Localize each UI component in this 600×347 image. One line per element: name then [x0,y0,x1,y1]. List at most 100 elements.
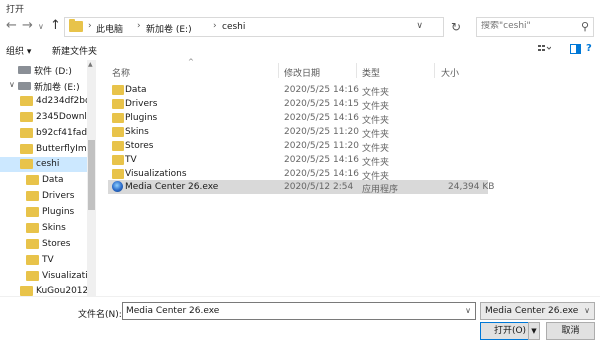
sidebar-item-folder[interactable]: Stores [0,237,87,252]
file-name: Media Center 26.exe [125,182,219,192]
folder-icon [112,85,124,95]
sidebar-item-drive-e[interactable]: ∨ 新加卷 (E:) [0,78,87,93]
refresh-icon[interactable]: ↻ [446,17,466,37]
organize-menu[interactable]: 组织 ▾ [6,44,31,57]
view-options-icon[interactable] [537,43,552,55]
file-modified: 2020/5/25 14:15 [284,99,359,109]
file-row[interactable]: TV 2020/5/25 14:16 文件夹 [108,153,488,168]
sidebar-scrollbar[interactable]: ▲ [87,60,96,296]
file-type-filter[interactable]: Media Center 26.exe ∨ [480,302,595,320]
file-size: 24,394 KB [448,182,495,192]
address-bar[interactable]: › 此电脑 › 新加卷 (E:) › ceshi ∨ [64,17,444,37]
sidebar-item-folder[interactable]: Data [0,173,87,188]
column-header-name[interactable]: 名称 [112,66,130,79]
column-header-type[interactable]: 类型 [362,66,380,79]
filename-dropdown-icon[interactable]: ∨ [465,306,471,315]
sidebar-item-folder[interactable]: Skins [0,221,87,236]
folder-icon [26,271,39,281]
breadcrumb-drive-e[interactable]: 新加卷 (E:) [146,22,192,35]
file-row-selected[interactable]: Media Center 26.exe 2020/5/12 2:54 应用程序 … [108,180,494,195]
file-type: 应用程序 [362,185,399,195]
cancel-button-label: 取消 [561,326,580,336]
breadcrumb-separator: › [137,21,141,31]
window-title: 打开 [6,5,25,15]
file-row[interactable]: Plugins 2020/5/25 14:16 文件夹 [108,111,488,126]
column-divider[interactable] [278,63,279,78]
file-name: Visualizations [125,169,187,179]
folder-icon [112,99,124,109]
sidebar-item-folder[interactable]: TV [0,253,87,268]
open-button-label: 打开(O) [493,326,527,336]
sidebar-item-drive-d[interactable]: 软件 (D:) [0,62,87,77]
filename-label: 文件名(N): [78,310,122,320]
search-box[interactable]: ⚲ [476,17,594,37]
sidebar-item-folder[interactable]: Drivers [0,189,87,204]
folder-icon [26,191,39,201]
divider [0,296,600,297]
file-type-filter-value: Media Center 26.exe [485,306,579,316]
help-icon[interactable]: ? [586,43,600,55]
filename-field[interactable]: ∨ [122,302,476,320]
folder-icon [26,255,39,265]
folder-icon [112,113,124,123]
recent-locations-chevron-icon[interactable]: ∨ [38,20,44,34]
file-row[interactable]: Drivers 2020/5/25 14:15 文件夹 [108,97,488,112]
column-header-size[interactable]: 大小 [441,66,459,79]
column-divider[interactable] [356,63,357,78]
folder-icon [20,112,33,122]
forward-arrow-icon[interactable]: → [22,19,33,33]
sidebar-item-folder[interactable]: ButterflyImag [0,142,96,157]
search-icon: ⚲ [580,20,589,33]
expand-chevron-icon: ∨ [9,80,15,89]
folder-icon [26,175,39,185]
sidebar-item-folder[interactable]: b92cf41fada5 [0,126,96,141]
file-name: Stores [125,141,154,151]
file-modified: 2020/5/25 14:16 [284,169,359,179]
open-file-dialog: 打开 ← → ∨ ↑ › 此电脑 › 新加卷 (E:) › ceshi ∨ ↻ … [0,0,600,347]
sidebar-item-folder[interactable]: KuGou2012 [0,284,88,296]
scrollbar-thumb[interactable] [88,140,95,210]
scroll-up-icon[interactable]: ▲ [88,61,93,68]
breadcrumb-this-pc[interactable]: 此电脑 [96,22,123,35]
file-row[interactable]: Stores 2020/5/25 11:20 文件夹 [108,139,488,154]
folder-icon [26,239,39,249]
filename-input[interactable] [126,306,456,316]
folder-icon [20,286,33,296]
file-modified: 2020/5/25 14:16 [284,155,359,165]
file-modified: 2020/5/12 2:54 [284,182,354,192]
up-arrow-icon[interactable]: ↑ [50,19,61,33]
folder-icon [112,169,124,179]
file-name: Plugins [125,113,158,123]
breadcrumb-separator: › [213,21,217,31]
sidebar-item-folder[interactable]: 2345Downloa [0,110,96,125]
search-input[interactable] [481,21,576,31]
cancel-button[interactable]: 取消 [546,322,595,340]
file-name: Data [125,85,147,95]
sidebar-item-ceshi[interactable]: ceshi [0,157,87,172]
sidebar-item-folder[interactable]: Visualization [0,269,96,284]
file-modified: 2020/5/25 11:20 [284,141,359,151]
folder-icon [69,19,83,32]
folder-icon [112,141,124,151]
breadcrumb-ceshi[interactable]: ceshi [222,22,245,32]
file-row[interactable]: Data 2020/5/25 14:16 文件夹 [108,83,488,98]
drive-icon [18,82,31,90]
column-header-modified[interactable]: 修改日期 [284,66,320,79]
preview-pane-icon[interactable] [569,43,583,55]
open-dropdown-icon[interactable]: ▼ [528,322,540,340]
new-folder-button[interactable]: 新建文件夹 [52,44,97,57]
folder-icon [20,144,33,154]
address-dropdown-icon[interactable]: ∨ [416,21,423,31]
file-row[interactable]: Skins 2020/5/25 11:20 文件夹 [108,125,488,140]
application-icon [112,181,123,192]
folder-icon [20,159,33,169]
file-row[interactable]: Visualizations 2020/5/25 14:16 文件夹 [108,167,488,182]
sidebar-item-folder[interactable]: 4d234df2bda [0,94,96,109]
file-name: TV [125,155,137,165]
file-modified: 2020/5/25 11:20 [284,127,359,137]
drive-icon [18,66,31,74]
sidebar-item-folder[interactable]: Plugins [0,205,87,220]
back-arrow-icon[interactable]: ← [6,19,17,33]
file-name: Skins [125,127,149,137]
column-divider[interactable] [434,63,435,78]
